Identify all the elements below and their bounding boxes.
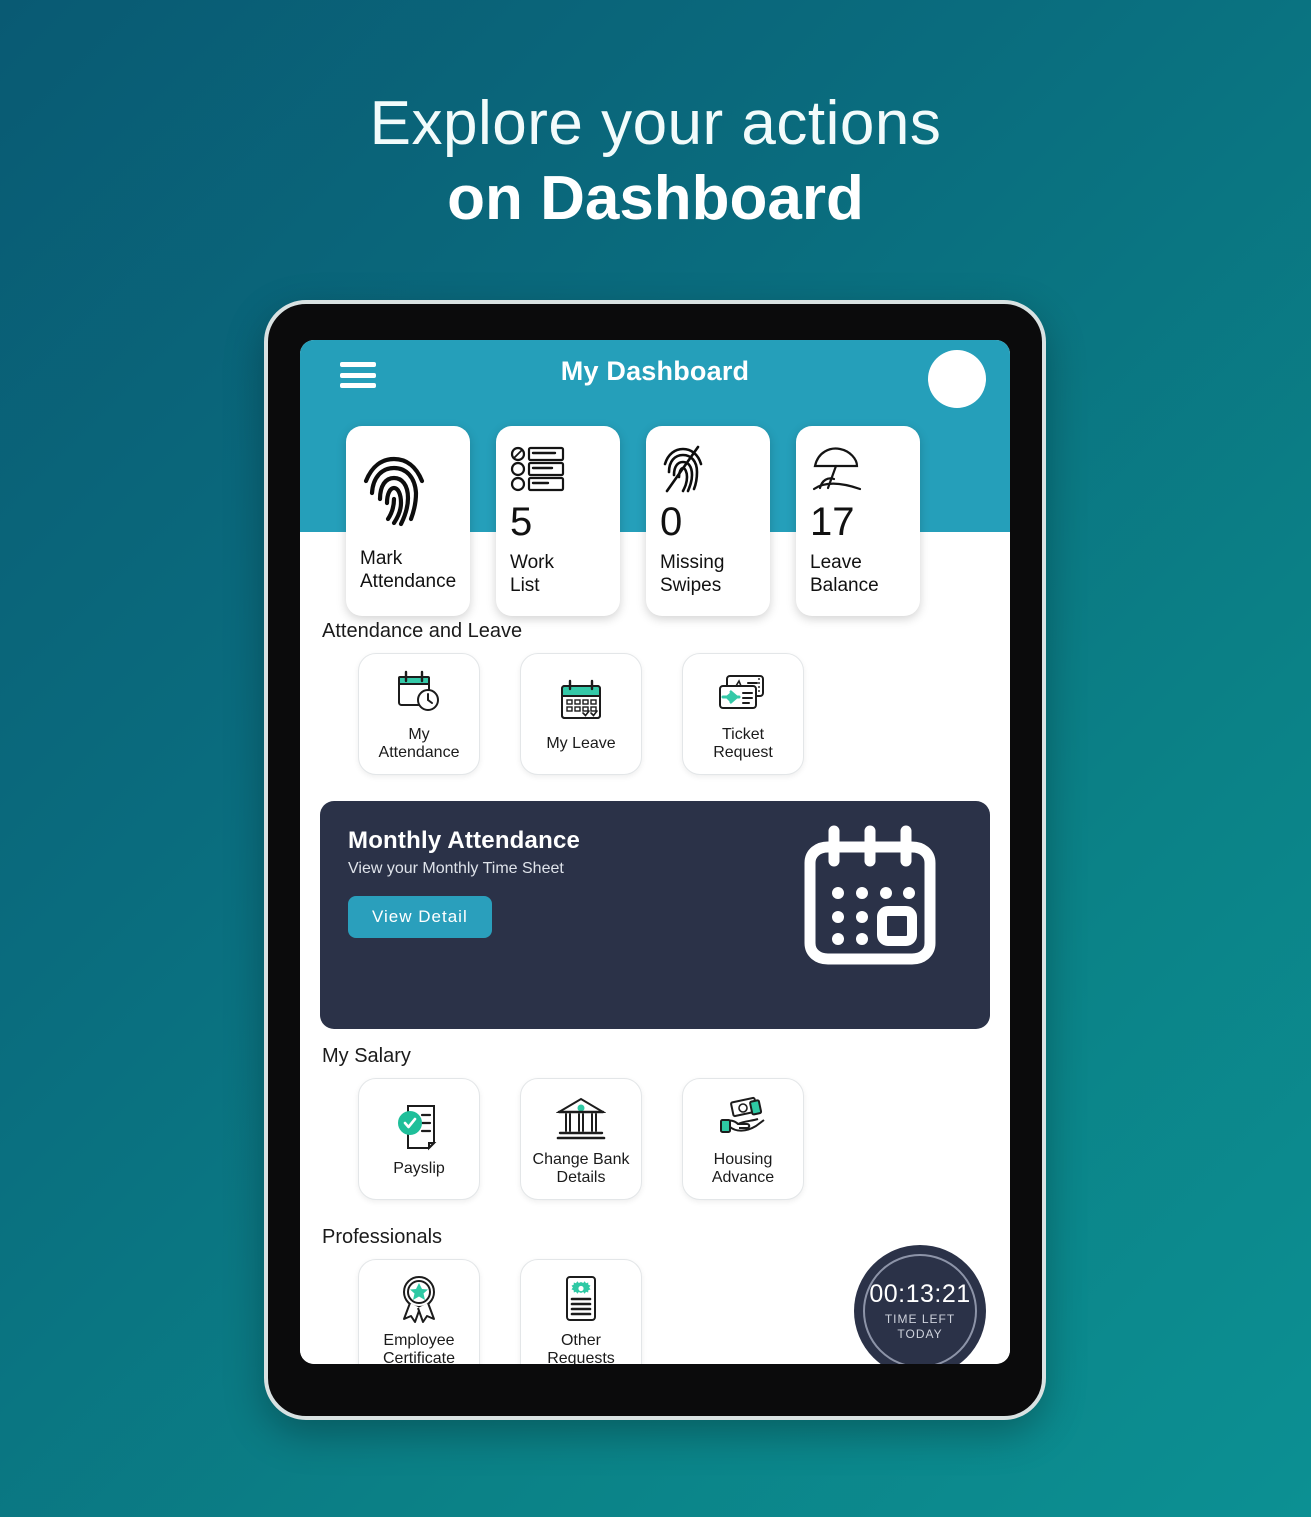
dashboard-body: Attendance and Leave My Attendance My Le… xyxy=(300,532,1010,1364)
timer-caption-line1: TIME LEFT xyxy=(884,1312,956,1326)
tile-change-bank-details[interactable]: Change Bank Details xyxy=(520,1078,642,1200)
timer-caption: TIME LEFT TODAY xyxy=(885,1312,955,1342)
tile-label: Change Bank Details xyxy=(532,1150,630,1186)
stat-card-label: Work List xyxy=(510,552,554,596)
calendar-check-icon xyxy=(558,675,604,729)
stat-card-value: 17 xyxy=(810,500,855,544)
stat-card-missing-swipes[interactable]: 0 Missing Swipes xyxy=(646,426,770,616)
fingerprint-slash-icon xyxy=(660,440,758,498)
tablet-screen: My Dashboard Mark Attendance 5 Work List… xyxy=(300,340,1010,1364)
document-gear-icon xyxy=(560,1272,602,1326)
checklist-icon xyxy=(510,440,608,498)
stat-card-label: Mark Attendance xyxy=(360,548,457,592)
hand-money-icon xyxy=(718,1091,768,1145)
time-left-today-timer[interactable]: 00:13:21 TIME LEFT TODAY xyxy=(854,1245,986,1364)
fingerprint-icon xyxy=(360,440,458,544)
flight-ticket-icon xyxy=(717,666,769,720)
stat-card-value: 0 xyxy=(660,500,683,544)
tile-employee-certificate[interactable]: Employee Certificate xyxy=(358,1259,480,1364)
tile-label: Payslip xyxy=(393,1159,445,1177)
stat-card-mark-attendance[interactable]: Mark Attendance xyxy=(346,426,470,616)
promo-headline-line2: on Dashboard xyxy=(447,164,864,234)
stat-card-label: Leave Balance xyxy=(810,552,879,596)
tile-label: Ticket Request xyxy=(713,725,773,761)
section-title-attendance-and-leave: Attendance and Leave xyxy=(322,620,523,642)
award-ribbon-icon xyxy=(396,1272,442,1326)
tile-label: My Attendance xyxy=(378,725,460,761)
tile-my-leave[interactable]: My Leave xyxy=(520,653,642,775)
stat-card-work-list[interactable]: 5 Work List xyxy=(496,426,620,616)
view-detail-button[interactable]: View Detail xyxy=(348,896,492,938)
timer-value: 00:13:21 xyxy=(869,1280,971,1308)
tile-label: My Leave xyxy=(546,734,616,752)
tile-label: Employee Certificate xyxy=(382,1331,456,1364)
page-title: My Dashboard xyxy=(560,356,750,386)
payslip-check-icon xyxy=(396,1100,442,1154)
bank-icon xyxy=(556,1091,606,1145)
section-title-professionals: Professionals xyxy=(322,1226,443,1248)
tile-payslip[interactable]: Payslip xyxy=(358,1078,480,1200)
tile-label: Other Requests xyxy=(547,1331,615,1364)
tile-row-my-salary: Payslip Change Bank Details Housing Adva… xyxy=(318,1078,992,1200)
tile-my-attendance[interactable]: My Attendance xyxy=(358,653,480,775)
stat-card-label: Missing Swipes xyxy=(660,552,725,596)
calendar-large-icon xyxy=(790,825,948,980)
tile-row-attendance-and-leave: My Attendance My Leave Ticket Request xyxy=(318,653,992,775)
section-title-my-salary: My Salary xyxy=(322,1045,411,1067)
tile-row-professionals: Employee Certificate Other Requests 00:1… xyxy=(318,1245,992,1364)
beach-umbrella-icon xyxy=(810,440,908,498)
tile-other-requests[interactable]: Other Requests xyxy=(520,1259,642,1364)
calendar-clock-icon xyxy=(395,666,443,720)
stat-card-leave-balance[interactable]: 17 Leave Balance xyxy=(796,426,920,616)
timer-caption-line2: TODAY xyxy=(897,1327,943,1341)
tile-label: Housing Advance xyxy=(711,1150,775,1186)
stat-card-value: 5 xyxy=(510,500,533,544)
promo-headline: Explore your actions on Dashboard xyxy=(0,88,1311,240)
tile-housing-advance[interactable]: Housing Advance xyxy=(682,1078,804,1200)
avatar[interactable] xyxy=(928,350,986,408)
tile-ticket-request[interactable]: Ticket Request xyxy=(682,653,804,775)
stat-cards-carousel[interactable]: Mark Attendance 5 Work List 0 Missing Sw… xyxy=(300,426,1010,616)
promo-headline-line1: Explore your actions xyxy=(369,89,942,158)
tablet-device-frame: My Dashboard Mark Attendance 5 Work List… xyxy=(264,300,1046,1420)
monthly-attendance-banner: Monthly Attendance View your Monthly Tim… xyxy=(320,801,990,1029)
